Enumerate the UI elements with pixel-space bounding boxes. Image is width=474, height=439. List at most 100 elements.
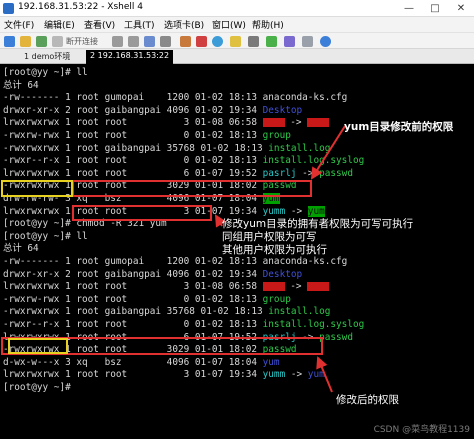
terminal-line: -rwxr--r-x 1 root root 0 01-02 18:13 ins… [3,155,364,167]
menu-help[interactable]: 帮助(H) [252,18,284,31]
maximize-button[interactable]: □ [422,0,448,17]
note-change-other: 其他用户权限为可执行 [222,244,327,256]
transfer-icon[interactable] [266,36,277,47]
menu-window[interactable]: 窗口(W) [212,18,246,31]
watermark: CSDN @菜鸟教程1139 [373,425,470,435]
before-mode-highlight [1,180,73,197]
terminal-line: lrwxrwxrwx 1 root root 3 01-07 19:34 yum… [3,369,325,381]
terminal-line: d-wx-w---x 3 xq bsz 4096 01-07 18:04 yum [3,357,280,369]
terminal-text: d-wx-w---x 3 xq bsz 4096 01-07 18:04 [3,356,263,368]
terminal-text: [root@yy ~]# [3,382,77,393]
terminal-text: drwxr-xr-x 2 root gaibangpai 4096 01-02 … [3,104,263,116]
color-icon[interactable] [196,36,207,47]
globe-icon[interactable] [212,36,223,47]
session-tab-bar: 1 demo环境 2 192.168.31.53:22 [0,49,474,64]
terminal-line: 总计 64 [3,243,39,255]
menu-view[interactable]: 查看(V) [84,18,115,31]
terminal-text: lrwxrwxrwx 1 root root 3 01-08 06:58 [3,117,263,129]
paste-icon[interactable] [128,36,139,47]
close-button[interactable]: ✕ [448,0,474,17]
terminal-text: -rwxr--r-x 1 root root 0 01-02 18:13 [3,319,263,330]
terminal-text: -> [285,369,308,381]
terminal-text: yumm [262,369,286,381]
terminal-text: yumm [262,205,286,217]
terminal-text: lrwxrwxrwx 1 root root 6 01-07 19:52 [3,167,263,179]
terminal-text: lrwxrwxrwx 1 root root 3 01-07 19:34 [3,369,263,381]
terminal-line: drwxr-xr-x 2 root gaibangpai 4096 01-02 … [3,105,302,117]
terminal-text: -> [284,281,308,293]
terminal-text: group [262,130,291,141]
window-controls: — □ ✕ [396,0,474,17]
terminal-text: -rwxrw-rwx 1 root root 0 01-02 18:13 [3,293,263,305]
terminal-line: -rw------- 1 root gumopai 1200 01-02 18:… [3,92,347,104]
terminal-line: [root@yy ~]# ll [3,67,88,79]
terminal-text: install.log.syslog [262,319,365,330]
toolbar: 断开连接 [0,32,474,49]
copy-icon[interactable] [112,36,123,47]
terminal-text: -rwxrwxrwx 1 root gaibangpai 35768 01-02… [3,306,269,318]
keyboard-icon[interactable] [248,36,259,47]
terminal-line: -rwxr--r-x 1 root root 0 01-02 18:13 ins… [3,319,364,331]
terminal-text: install.log.syslog [262,155,365,167]
lock-icon[interactable] [230,36,241,47]
terminal-text: 总计 64 [3,79,39,91]
terminal-line: [root@yy ~]# ll [3,231,88,243]
redacted-block [307,118,330,128]
chmod-command-box [72,205,212,221]
note-after: 修改后的权限 [336,394,399,406]
terminal-text: lrwxrwxrwx 1 root root 3 01-08 06:58 [3,281,263,293]
menu-bar: 文件(F) 编辑(E) 查看(V) 工具(T) 选项卡(B) 窗口(W) 帮助(… [0,17,474,32]
tab-192-168-31-53[interactable]: 2 192.168.31.53:22 [86,50,174,64]
terminal-text: [root@yy ~]# ll [3,230,88,242]
disconnect-label[interactable]: 断开连接 [66,36,98,47]
menu-edit[interactable]: 编辑(E) [44,18,75,31]
menu-file[interactable]: 文件(F) [4,18,34,31]
after-mode-highlight [8,338,68,354]
open-folder-icon[interactable] [20,36,31,47]
terminal-line: drwxr-xr-x 2 root gaibangpai 4096 01-02 … [3,269,302,281]
terminal-text: yum [262,356,280,368]
minimize-button[interactable]: — [396,0,422,17]
fullscreen-icon[interactable] [302,36,313,47]
terminal-line: -rwxrw-rwx 1 root root 0 01-02 18:13 gro… [3,294,291,306]
terminal-text: yum [307,205,325,217]
menu-tabs[interactable]: 选项卡(B) [164,18,204,31]
terminal-text: drwxr-xr-x 2 root gaibangpai 4096 01-02 … [3,268,263,280]
font-icon[interactable] [180,36,191,47]
terminal-text: -rwxrw-rwx 1 root root 0 01-02 18:13 [3,130,263,141]
menu-tools[interactable]: 工具(T) [124,18,155,31]
terminal-line: -rwxrwxrwx 1 root gaibangpai 35768 01-02… [3,306,330,318]
terminal-text: passwd [319,167,353,179]
terminal-text: -rw------- 1 root gumopai 1200 01-02 18:… [3,92,348,104]
terminal-line: -rwxrwxrwx 1 root gaibangpai 35768 01-02… [3,143,330,155]
terminal-line: lrwxrwxrwx 1 root root 3 01-08 06:58 -> [3,117,330,129]
reconnect-icon[interactable] [36,36,47,47]
script-icon[interactable] [284,36,295,47]
tab-demo[interactable]: 1 demo环境 [20,50,74,64]
print-icon[interactable] [160,36,171,47]
new-session-icon[interactable] [4,36,15,47]
title-bar: 192.168.31.53:22 - Xshell 4 — □ ✕ [0,0,474,17]
disconnect-icon[interactable] [52,36,63,47]
terminal-text: install.log [268,306,331,318]
terminal-line: -rwxrw-rwx 1 root root 0 01-02 18:13 gro… [3,130,291,142]
terminal-text: -> [284,117,308,129]
terminal-text: -rwxr--r-x 1 root root 0 01-02 18:13 [3,155,263,167]
terminal-line: 总计 64 [3,80,39,92]
terminal-text: [root@yy ~]# ll [3,67,88,78]
terminal-text: pasrlj [262,167,297,179]
xshell-app-icon [3,3,14,14]
window-title: 192.168.31.53:22 - Xshell 4 [18,2,143,12]
terminal-text: -rw------- 1 root gumopai 1200 01-02 18:… [3,256,348,267]
terminal-text: yum [307,369,325,381]
terminal-text: install.log [268,142,331,154]
help-icon[interactable] [320,36,331,47]
terminal-text: -rwxrwxrwx 1 root gaibangpai 35768 01-02… [3,142,269,154]
find-icon[interactable] [144,36,155,47]
note-before: yum目录修改前的权限 [344,121,454,133]
terminal-line: -rw------- 1 root gumopai 1200 01-02 18:… [3,256,347,268]
terminal-line: lrwxrwxrwx 1 root root 3 01-08 06:58 -> [3,281,330,293]
terminal-text: passwd [319,331,353,343]
terminal-text: Desktop [262,104,303,116]
redacted-block [262,118,285,128]
